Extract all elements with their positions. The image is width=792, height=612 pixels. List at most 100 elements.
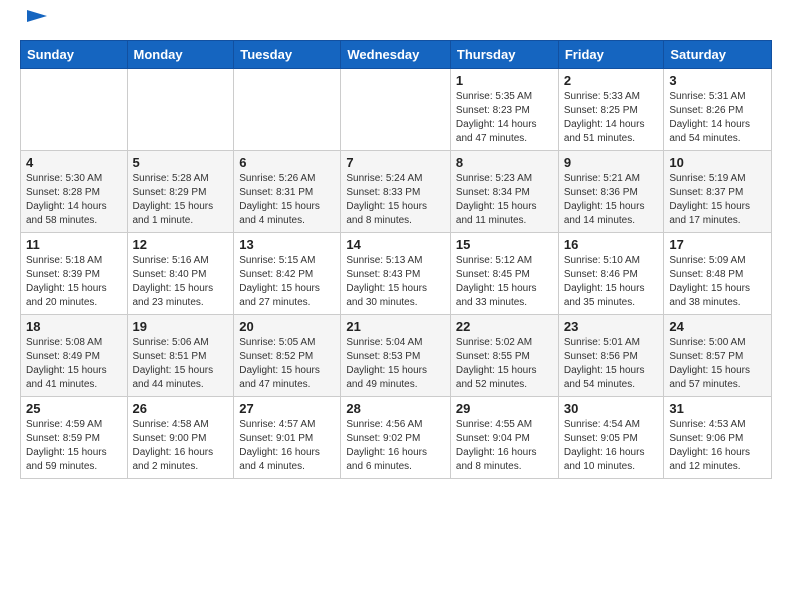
calendar-cell: 29 Sunrise: 4:55 AMSunset: 9:04 PMDayligh… [450,397,558,479]
day-detail: Sunrise: 4:54 AMSunset: 9:05 PMDaylight:… [564,418,659,474]
calendar-cell: 8 Sunrise: 5:23 AMSunset: 8:34 PMDaylight… [450,151,558,233]
day-number: 12 [133,237,229,252]
calendar-cell: 31Sunrise: 4:53 AMSunset: 9:06 PMDayligh… [664,397,772,479]
day-number: 9 [564,155,659,170]
day-number: 7 [346,155,445,170]
day-number: 20 [239,319,335,334]
day-number: 17 [669,237,766,252]
day-number: 14 [346,237,445,252]
day-number: 8 [456,155,553,170]
calendar-cell: 22 Sunrise: 5:02 AMSunset: 8:55 PMDayligh… [450,315,558,397]
day-detail: Sunrise: 5:30 AMSunset: 8:28 PMDaylight:… [26,172,122,228]
weekday-header-saturday: Saturday [664,41,772,69]
day-detail: Sunrise: 5:02 AMSunset: 8:55 PMDaylight:… [456,336,553,392]
day-detail: Sunrise: 5:33 AMSunset: 8:25 PMDaylight:… [564,90,659,146]
calendar-week-4: 18 Sunrise: 5:08 AMSunset: 8:49 PMDayligh… [21,315,772,397]
calendar-cell: 10Sunrise: 5:19 AMSunset: 8:37 PMDayligh… [664,151,772,233]
day-number: 25 [26,401,122,416]
calendar-cell [21,69,128,151]
day-number: 1 [456,73,553,88]
weekday-header-tuesday: Tuesday [234,41,341,69]
day-detail: Sunrise: 4:56 AMSunset: 9:02 PMDaylight:… [346,418,445,474]
calendar-cell: 25 Sunrise: 4:59 AMSunset: 8:59 PMDayligh… [21,397,128,479]
day-number: 10 [669,155,766,170]
day-detail: Sunrise: 5:16 AMSunset: 8:40 PMDaylight:… [133,254,229,310]
day-number: 29 [456,401,553,416]
day-detail: Sunrise: 5:23 AMSunset: 8:34 PMDaylight:… [456,172,553,228]
weekday-header-monday: Monday [127,41,234,69]
day-detail: Sunrise: 5:21 AMSunset: 8:36 PMDaylight:… [564,172,659,228]
calendar-cell: 5 Sunrise: 5:28 AMSunset: 8:29 PMDaylight… [127,151,234,233]
day-number: 27 [239,401,335,416]
day-detail: Sunrise: 5:24 AMSunset: 8:33 PMDaylight:… [346,172,445,228]
day-detail: Sunrise: 4:59 AMSunset: 8:59 PMDaylight:… [26,418,122,474]
day-number: 4 [26,155,122,170]
day-detail: Sunrise: 5:26 AMSunset: 8:31 PMDaylight:… [239,172,335,228]
calendar-cell: 20 Sunrise: 5:05 AMSunset: 8:52 PMDayligh… [234,315,341,397]
day-number: 22 [456,319,553,334]
day-detail: Sunrise: 5:15 AMSunset: 8:42 PMDaylight:… [239,254,335,310]
day-number: 15 [456,237,553,252]
day-detail: Sunrise: 5:01 AMSunset: 8:56 PMDaylight:… [564,336,659,392]
calendar-cell [341,69,451,151]
day-number: 28 [346,401,445,416]
calendar-cell: 19Sunrise: 5:06 AMSunset: 8:51 PMDayligh… [127,315,234,397]
calendar-cell: 4 Sunrise: 5:30 AMSunset: 8:28 PMDaylight… [21,151,128,233]
calendar-cell: 11Sunrise: 5:18 AMSunset: 8:39 PMDayligh… [21,233,128,315]
weekday-header-row: SundayMondayTuesdayWednesdayThursdayFrid… [21,41,772,69]
calendar-cell: 18 Sunrise: 5:08 AMSunset: 8:49 PMDayligh… [21,315,128,397]
weekday-header-friday: Friday [558,41,664,69]
day-detail: Sunrise: 5:28 AMSunset: 8:29 PMDaylight:… [133,172,229,228]
day-number: 5 [133,155,229,170]
day-detail: Sunrise: 5:05 AMSunset: 8:52 PMDaylight:… [239,336,335,392]
day-detail: Sunrise: 4:55 AMSunset: 9:04 PMDaylight:… [456,418,553,474]
weekday-header-thursday: Thursday [450,41,558,69]
calendar-cell: 6 Sunrise: 5:26 AMSunset: 8:31 PMDaylight… [234,151,341,233]
day-number: 21 [346,319,445,334]
calendar-cell: 26Sunrise: 4:58 AMSunset: 9:00 PMDayligh… [127,397,234,479]
calendar-cell: 9 Sunrise: 5:21 AMSunset: 8:36 PMDaylight… [558,151,664,233]
day-number: 30 [564,401,659,416]
day-detail: Sunrise: 5:31 AMSunset: 8:26 PMDaylight:… [669,90,766,146]
calendar-cell: 15Sunrise: 5:12 AMSunset: 8:45 PMDayligh… [450,233,558,315]
day-number: 16 [564,237,659,252]
weekday-header-wednesday: Wednesday [341,41,451,69]
calendar-cell: 1 Sunrise: 5:35 AMSunset: 8:23 PMDaylight… [450,69,558,151]
day-number: 23 [564,319,659,334]
day-number: 31 [669,401,766,416]
day-detail: Sunrise: 5:09 AMSunset: 8:48 PMDaylight:… [669,254,766,310]
logo-flag-icon [23,8,51,28]
day-number: 11 [26,237,122,252]
calendar-cell: 16Sunrise: 5:10 AMSunset: 8:46 PMDayligh… [558,233,664,315]
weekday-header-sunday: Sunday [21,41,128,69]
calendar-cell: 14 Sunrise: 5:13 AMSunset: 8:43 PMDayligh… [341,233,451,315]
day-detail: Sunrise: 5:04 AMSunset: 8:53 PMDaylight:… [346,336,445,392]
calendar-cell: 13 Sunrise: 5:15 AMSunset: 8:42 PMDayligh… [234,233,341,315]
day-detail: Sunrise: 5:06 AMSunset: 8:51 PMDaylight:… [133,336,229,392]
calendar-cell: 24Sunrise: 5:00 AMSunset: 8:57 PMDayligh… [664,315,772,397]
header [20,16,772,28]
day-detail: Sunrise: 4:57 AMSunset: 9:01 PMDaylight:… [239,418,335,474]
day-detail: Sunrise: 5:13 AMSunset: 8:43 PMDaylight:… [346,254,445,310]
calendar-cell: 12 Sunrise: 5:16 AMSunset: 8:40 PMDayligh… [127,233,234,315]
calendar-cell [127,69,234,151]
day-number: 24 [669,319,766,334]
calendar-cell: 2 Sunrise: 5:33 AMSunset: 8:25 PMDaylight… [558,69,664,151]
calendar-cell: 30 Sunrise: 4:54 AMSunset: 9:05 PMDayligh… [558,397,664,479]
day-number: 18 [26,319,122,334]
day-detail: Sunrise: 4:58 AMSunset: 9:00 PMDaylight:… [133,418,229,474]
calendar-cell: 3 Sunrise: 5:31 AMSunset: 8:26 PMDaylight… [664,69,772,151]
day-detail: Sunrise: 5:35 AMSunset: 8:23 PMDaylight:… [456,90,553,146]
calendar-cell: 7 Sunrise: 5:24 AMSunset: 8:33 PMDaylight… [341,151,451,233]
calendar-week-1: 1 Sunrise: 5:35 AMSunset: 8:23 PMDaylight… [21,69,772,151]
calendar-cell: 21 Sunrise: 5:04 AMSunset: 8:53 PMDayligh… [341,315,451,397]
calendar-cell [234,69,341,151]
day-number: 2 [564,73,659,88]
day-number: 13 [239,237,335,252]
calendar-week-5: 25 Sunrise: 4:59 AMSunset: 8:59 PMDayligh… [21,397,772,479]
calendar-table: SundayMondayTuesdayWednesdayThursdayFrid… [20,40,772,479]
day-number: 3 [669,73,766,88]
day-number: 6 [239,155,335,170]
calendar-cell: 28 Sunrise: 4:56 AMSunset: 9:02 PMDayligh… [341,397,451,479]
day-detail: Sunrise: 5:08 AMSunset: 8:49 PMDaylight:… [26,336,122,392]
